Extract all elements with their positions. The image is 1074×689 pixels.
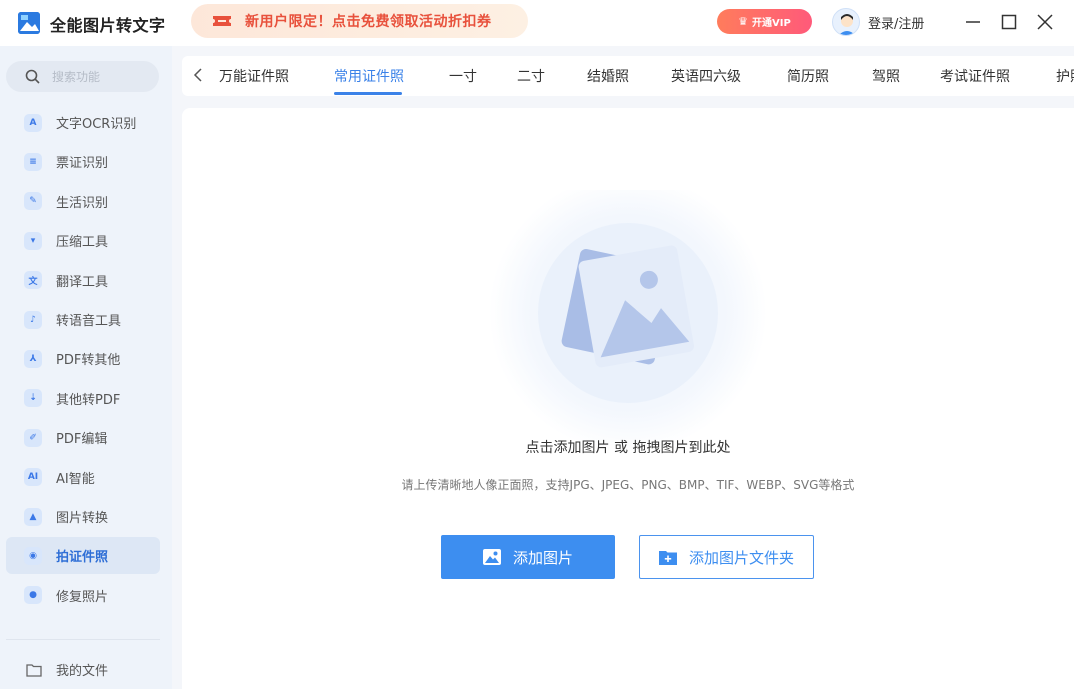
sidebar-item-label: 压缩工具	[56, 235, 109, 251]
sidebar-item-label: 拍证件照	[56, 550, 109, 566]
my-files-label: 我的文件	[56, 664, 109, 679]
avatar[interactable]	[832, 8, 860, 36]
sidebar-item-label: 图片转换	[56, 511, 109, 526]
image-icon	[482, 549, 501, 565]
active-tab-underline	[334, 92, 402, 95]
search-input[interactable]	[52, 69, 152, 84]
tab[interactable]: 常用证件照	[334, 66, 404, 86]
camera-icon: ◉	[24, 546, 42, 565]
sidebar: A 文字OCR识别 ≡ 票证识别 ✎ 生活识别 ▾ 压缩工具文翻译工具 ♪ 转语音工具 ⅄ PDF转其…	[0, 46, 172, 689]
minimize-button[interactable]	[961, 10, 985, 34]
sidebar-item[interactable]: ✎ 生活识别	[6, 183, 160, 220]
crown-icon: ♛	[738, 15, 749, 28]
sidebar-item[interactable]: ◉ 拍证件照	[6, 537, 160, 575]
vip-label: 开通VIP	[752, 18, 791, 29]
drop-hint: 请上传清晰地人像正面照，支持JPG、JPEG、PNG、BMP、TIF、WEBP、…	[401, 478, 855, 492]
category-tabs: 万能证件照 常用证件照 一寸 二寸 结婚照 英语四六级 简历照 驾照 考试证件照 护照	[182, 56, 1074, 96]
maximize-icon	[1001, 14, 1017, 30]
coupon-icon	[213, 16, 231, 26]
pdf-convert-icon: ⅄	[24, 349, 42, 368]
sidebar-item[interactable]: ▲ 图片转换	[6, 498, 160, 535]
vip-button[interactable]: ♛ 开通VIP	[717, 9, 812, 34]
sidebar-item[interactable]: ▾ 压缩工具	[6, 222, 160, 259]
app-title: 全能图片转文字	[50, 16, 166, 35]
login-link[interactable]: 登录/注册	[868, 13, 924, 32]
sidebar-item[interactable]: ≡ 票证识别	[6, 143, 160, 180]
maximize-button[interactable]	[997, 10, 1021, 34]
sidebar-item-label: 翻译工具	[56, 274, 109, 290]
close-icon	[1037, 14, 1053, 30]
add-image-button[interactable]: 添加图片	[441, 535, 615, 579]
sidebar-item-label: 票证识别	[56, 156, 109, 172]
to-pdf-icon: ⇣	[24, 389, 42, 408]
compress-icon: ▾	[24, 231, 42, 250]
search-icon	[25, 69, 40, 84]
tab[interactable]: 结婚照	[587, 66, 629, 86]
sidebar-item-label: 修复照片	[56, 589, 109, 605]
image-placeholder-icon	[489, 190, 767, 452]
tab[interactable]: 一寸	[449, 66, 477, 86]
add-image-label: 添加图片	[512, 548, 573, 567]
sidebar-item[interactable]: ♪ 转语音工具	[6, 301, 160, 338]
music-icon: ♪	[24, 310, 42, 329]
close-button[interactable]	[1033, 10, 1057, 34]
tabs-back-button[interactable]	[188, 64, 208, 86]
add-folder-label: 添加图片文件夹	[688, 548, 794, 567]
ocr-icon: A	[24, 113, 42, 132]
translate-icon: 文	[24, 271, 42, 290]
chevron-left-icon	[193, 68, 202, 82]
tab[interactable]: 简历照	[787, 66, 829, 86]
tab[interactable]: 考试证件照	[940, 66, 1010, 86]
minimize-icon	[966, 21, 980, 23]
image-convert-icon: ▲	[24, 507, 42, 526]
pen-icon: ✎	[24, 192, 42, 211]
sidebar-item-label: 文字OCR识别	[56, 117, 137, 132]
sidebar-item[interactable]: ⅄ PDF转其他	[6, 340, 160, 377]
app-logo-icon	[18, 12, 40, 34]
sidebar-item-label: 生活识别	[56, 195, 109, 211]
title-bar: 全能图片转文字 新用户限定！点击免费领取活动折扣券 ♛ 开通VIP 登录/注册	[0, 0, 1074, 46]
sidebar-item[interactable]: A 文字OCR识别	[6, 104, 160, 141]
my-files-item[interactable]: 我的文件	[6, 651, 160, 688]
repair-icon: ●	[24, 586, 42, 605]
sidebar-item-label: 其他转PDF	[56, 392, 121, 408]
tab[interactable]: 英语四六级	[671, 66, 741, 86]
sidebar-item[interactable]: ● 修复照片	[6, 577, 160, 614]
sidebar-item[interactable]: ⇣ 其他转PDF	[6, 380, 160, 417]
tab[interactable]: 二寸	[517, 66, 545, 86]
drop-title: 点击添加图片 或 拖拽图片到此处	[525, 440, 731, 456]
ticket-icon: ≡	[24, 152, 42, 171]
folder-icon	[26, 663, 42, 677]
sidebar-item-label: PDF转其他	[56, 353, 121, 369]
sidebar-divider	[6, 639, 160, 640]
search-box[interactable]	[6, 61, 159, 92]
sidebar-item-label: 转语音工具	[56, 314, 122, 329]
tab[interactable]: 护照	[1056, 66, 1074, 86]
promo-banner[interactable]: 新用户限定！点击免费领取活动折扣券	[191, 4, 528, 38]
tab[interactable]: 万能证件照	[219, 66, 289, 86]
add-folder-button[interactable]: 添加图片文件夹	[639, 535, 814, 579]
add-folder-icon	[658, 551, 677, 565]
sidebar-item[interactable]: 文翻译工具	[6, 262, 160, 299]
promo-text: 新用户限定！点击免费领取活动折扣券	[245, 14, 492, 30]
tab[interactable]: 驾照	[872, 66, 900, 86]
